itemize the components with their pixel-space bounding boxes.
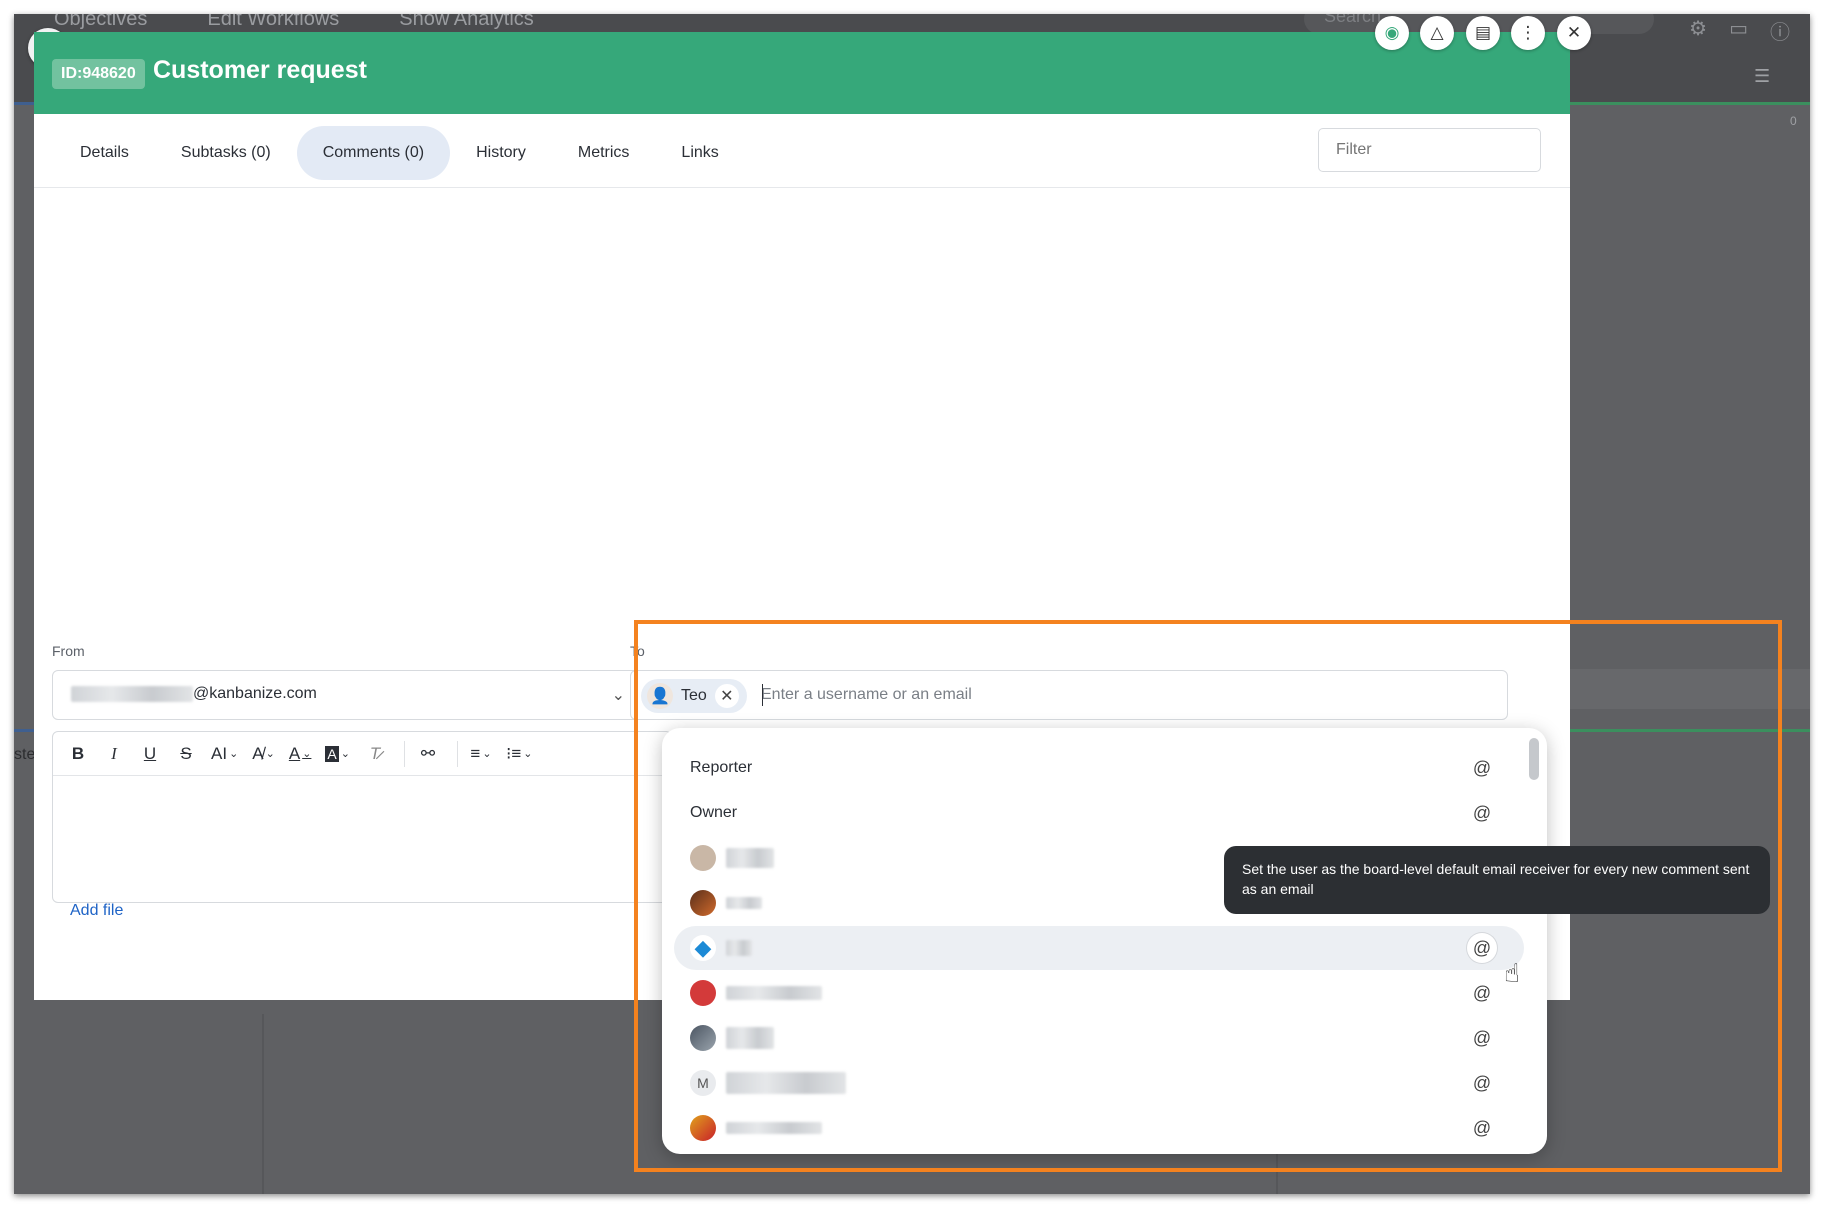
dropdown-item-user[interactable]: @	[674, 1016, 1524, 1060]
toolbar-separator	[403, 740, 405, 767]
background-top-icons: ⚙ ▭ ⓘ	[1689, 16, 1790, 45]
more-vertical-icon[interactable]: ⋮	[1511, 16, 1545, 50]
toolbar-separator	[456, 740, 458, 767]
avatar	[690, 1115, 716, 1141]
link-icon[interactable]: ⚯	[413, 739, 443, 769]
dropdown-item-user[interactable]: M @	[674, 1061, 1524, 1105]
align-icon[interactable]: ≡ ⌄	[466, 739, 496, 769]
from-email-domain: @kanbanize.com	[193, 685, 317, 702]
at-sign-icon[interactable]: @	[1470, 1071, 1494, 1095]
background-divider-green	[1544, 729, 1810, 732]
avatar	[690, 845, 716, 871]
background-color-icon[interactable]: A ⌄	[321, 739, 354, 769]
recipient-dropdown: Reporter @ Owner @ @ @ ◆ @ @ @ M @ @	[662, 728, 1547, 1154]
card-tabs: Details Subtasks (0) Comments (0) Histor…	[54, 126, 745, 180]
italic-icon[interactable]: I	[99, 739, 129, 769]
font-style-icon[interactable]: A̸ ⌄	[248, 739, 279, 769]
at-sign-icon[interactable]: @	[1470, 1026, 1494, 1050]
dropdown-item-label: Reporter	[690, 759, 753, 776]
from-label: From	[52, 643, 85, 659]
info-icon: ⓘ	[1770, 22, 1790, 44]
tab-links[interactable]: Links	[655, 126, 744, 180]
tooltip: Set the user as the board-level default …	[1224, 846, 1770, 914]
at-sign-icon[interactable]: @	[1470, 801, 1494, 825]
underline-icon[interactable]: U	[135, 739, 165, 769]
avatar: M	[690, 1070, 716, 1096]
background-column-line	[262, 1014, 264, 1194]
layout-icon[interactable]: ▤	[1466, 16, 1500, 50]
background-nav-edit-workflows: Edit Workflows	[207, 14, 340, 30]
background-count: 0	[1790, 114, 1797, 128]
redacted-username	[726, 1027, 774, 1049]
redacted-username	[726, 1072, 846, 1094]
dropdown-scrollbar[interactable]	[1529, 738, 1539, 780]
chevron-down-icon: ⌄	[611, 687, 625, 704]
close-icon[interactable]: ✕	[1557, 16, 1591, 50]
close-icon[interactable]: ✕	[714, 684, 739, 708]
background-green-line	[1544, 102, 1810, 105]
at-sign-icon[interactable]: @	[1470, 756, 1494, 780]
redacted-email-user	[71, 686, 193, 702]
tab-details[interactable]: Details	[54, 126, 155, 180]
bulleted-list-icon[interactable]: ⁝≡ ⌄	[502, 739, 537, 769]
redacted-username	[726, 986, 822, 1000]
dropdown-item-label: Owner	[690, 804, 738, 821]
tab-metrics[interactable]: Metrics	[552, 126, 656, 180]
triangle-icon[interactable]: △	[1420, 16, 1454, 50]
recipient-search-input[interactable]	[761, 682, 1461, 708]
from-select[interactable]: @kanbanize.com ⌄	[52, 670, 640, 720]
dropdown-item-user[interactable]: @	[674, 1106, 1524, 1150]
redacted-username	[726, 897, 762, 909]
text-color-icon[interactable]: A ⌄	[285, 739, 316, 769]
strikethrough-icon[interactable]: S	[171, 739, 201, 769]
avatar: ◆	[690, 935, 716, 961]
recipient-chip-label: Teo	[681, 687, 707, 704]
card-header: ID:948620 Customer request	[34, 32, 1570, 114]
settings-icon: ⚙	[1689, 18, 1708, 40]
tab-subtasks[interactable]: Subtasks (0)	[155, 126, 297, 180]
avatar: 👤	[647, 683, 673, 709]
at-sign-icon[interactable]: @	[1470, 981, 1494, 1005]
card-title[interactable]: Customer request	[153, 56, 367, 85]
to-recipients-input[interactable]: 👤 Teo ✕	[630, 670, 1508, 720]
background-side-text: ste	[14, 746, 36, 763]
from-value: @kanbanize.com	[71, 685, 317, 703]
dropdown-item-reporter[interactable]: Reporter @	[674, 746, 1524, 790]
at-sign-icon[interactable]: @	[1470, 1116, 1494, 1140]
card-id-badge: ID:948620	[52, 59, 145, 89]
editor-toolbar: B I U S AI ⌄ A̸ ⌄ A ⌄ A ⌄ T̷ ⚯ ≡ ⌄ ⁝≡ ⌄	[53, 732, 671, 776]
clear-formatting-icon[interactable]: T̷	[360, 739, 390, 769]
document-icon: ▭	[1729, 18, 1748, 40]
redacted-username	[726, 1122, 822, 1134]
comment-editor[interactable]: B I U S AI ⌄ A̸ ⌄ A ⌄ A ⌄ T̷ ⚯ ≡ ⌄ ⁝≡ ⌄	[52, 731, 672, 903]
avatar	[690, 980, 716, 1006]
recipient-chip[interactable]: 👤 Teo ✕	[641, 679, 747, 713]
background-tasks-icon: ☰	[1754, 66, 1771, 86]
add-file-link[interactable]: Add file	[70, 902, 123, 920]
avatar	[690, 890, 716, 916]
avatar	[690, 1025, 716, 1051]
redacted-username	[726, 848, 774, 868]
background-nav: Objectives Edit Workflows Show Analytics	[54, 14, 534, 30]
bold-icon[interactable]: B	[63, 739, 93, 769]
at-sign-icon[interactable]: @	[1467, 933, 1497, 963]
tabs-divider	[34, 187, 1570, 188]
font-size-icon[interactable]: AI ⌄	[207, 739, 242, 769]
background-panel	[1544, 669, 1810, 709]
tab-history[interactable]: History	[450, 126, 552, 180]
background-nav-objectives: Objectives	[54, 14, 148, 30]
hand-pointer-icon: ☝	[1504, 958, 1520, 988]
dropdown-item-owner[interactable]: Owner @	[674, 791, 1524, 835]
palette-icon[interactable]: ◉	[1375, 16, 1409, 50]
to-label: To	[630, 643, 645, 659]
text-cursor	[762, 684, 763, 706]
tab-comments[interactable]: Comments (0)	[296, 126, 451, 180]
filter-input[interactable]	[1318, 128, 1541, 172]
dropdown-item-user[interactable]: @	[674, 971, 1524, 1015]
dropdown-item-user[interactable]: ◆ @	[674, 926, 1524, 970]
background-nav-show-analytics: Show Analytics	[399, 14, 534, 30]
redacted-username	[726, 940, 752, 956]
